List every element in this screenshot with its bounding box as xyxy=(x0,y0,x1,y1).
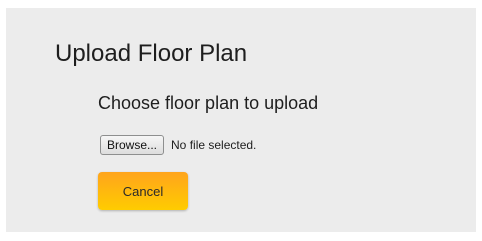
upload-floor-plan-panel: Upload Floor Plan Choose floor plan to u… xyxy=(6,8,476,232)
file-input: Browse... No file selected. xyxy=(100,135,256,155)
page-title: Upload Floor Plan xyxy=(55,40,248,67)
cancel-button[interactable]: Cancel xyxy=(98,172,188,210)
browse-button[interactable]: Browse... xyxy=(100,135,165,155)
file-status-text: No file selected. xyxy=(171,138,257,152)
upload-instruction: Choose floor plan to upload xyxy=(98,93,319,113)
